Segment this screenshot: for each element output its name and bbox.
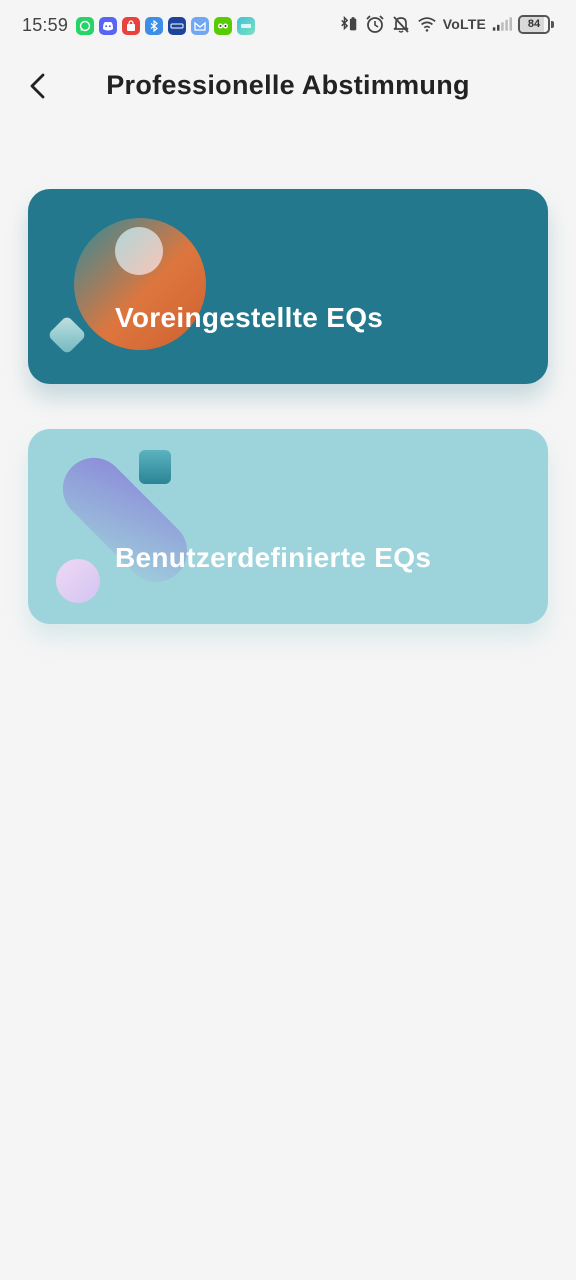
status-bar: 15:59 VoLTE 84	[0, 0, 576, 52]
preset-eq-decoration	[49, 218, 206, 353]
wifi-icon	[417, 14, 437, 34]
battery-icon: 84	[518, 14, 554, 34]
system-icons: VoLTE 84	[339, 14, 554, 34]
whatsapp-icon	[76, 17, 94, 35]
signal-icon	[492, 14, 512, 34]
bell-off-icon	[391, 14, 411, 34]
notification-icons	[76, 17, 255, 35]
status-time: 15:59	[22, 15, 69, 35]
alarm-icon	[365, 14, 385, 34]
battery-level: 84	[527, 18, 541, 30]
preset-eq-card[interactable]: Voreingestellte EQs	[28, 189, 548, 384]
bluetooth-battery-icon	[339, 14, 359, 34]
gmx-icon	[168, 17, 186, 35]
app-header: Professionelle Abstimmung	[0, 58, 576, 114]
gmail-icon	[191, 17, 209, 35]
custom-eq-decoration	[56, 450, 188, 603]
bluetooth-icon	[145, 17, 163, 35]
page-title: Professionelle Abstimmung	[106, 70, 470, 100]
shopping-bag-icon	[122, 17, 140, 35]
preset-eq-label: Voreingestellte EQs	[115, 302, 384, 333]
network-label: VoLTE	[442, 16, 486, 32]
app-icon	[237, 17, 255, 35]
custom-eq-card[interactable]: Benutzerdefinierte EQs	[28, 429, 548, 624]
custom-eq-label: Benutzerdefinierte EQs	[115, 542, 432, 573]
duolingo-icon	[214, 17, 232, 35]
discord-icon	[99, 17, 117, 35]
